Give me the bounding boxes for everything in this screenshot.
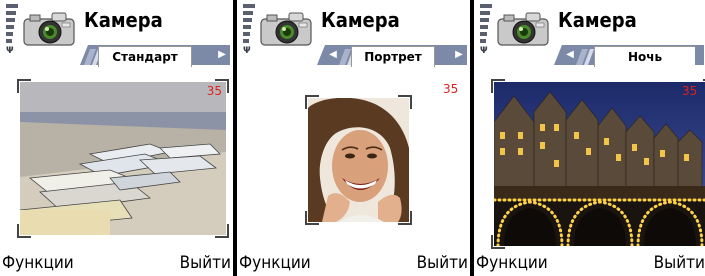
camera-app-icon — [260, 12, 312, 46]
camera-screen-night: Ψ Камера ◀ Ночь 35 Функции Выйти — [474, 0, 705, 276]
tab-strip: ◀ Портрет ▶ — [317, 43, 467, 67]
antenna-icon: Ψ — [243, 46, 251, 56]
viewfinder-image-portrait — [308, 97, 409, 222]
options-softkey[interactable]: Функции — [476, 252, 548, 274]
viewfinder — [305, 95, 412, 225]
camera-screen-standard: Ψ Камера Стандарт ▶ 35 Функции Выйти — [0, 0, 233, 276]
antenna-icon: Ψ — [480, 46, 488, 56]
photo-count: 35 — [443, 82, 459, 96]
options-softkey[interactable]: Функции — [2, 252, 74, 274]
tab-standard[interactable]: Стандарт — [98, 46, 192, 67]
app-title: Камера — [84, 8, 163, 32]
app-title: Камера — [321, 8, 400, 32]
antenna-icon: Ψ — [6, 46, 14, 56]
photo-count: 35 — [206, 84, 222, 98]
camera-app-icon — [497, 12, 549, 46]
app-title: Камера — [558, 8, 637, 32]
tab-night[interactable]: Ночь — [594, 46, 695, 67]
exit-softkey[interactable]: Выйти — [654, 252, 705, 274]
viewfinder: 35 — [17, 79, 229, 238]
tab-left-arrow-icon[interactable]: ◀ — [564, 47, 576, 63]
viewfinder-image-boats — [19, 82, 226, 235]
tab-strip: ◀ Ночь — [554, 43, 704, 67]
exit-softkey[interactable]: Выйти — [417, 252, 468, 274]
tab-portrait[interactable]: Портрет — [351, 46, 435, 67]
tab-left-arrow-icon[interactable]: ◀ — [327, 47, 339, 63]
options-softkey[interactable]: Функции — [239, 252, 311, 274]
camera-screen-portrait: Ψ Камера ◀ Портрет ▶ 35 Функции Выйти — [237, 0, 470, 276]
exit-softkey[interactable]: Выйти — [180, 252, 231, 274]
viewfinder-image-night-canal — [492, 82, 705, 248]
tab-strip: Стандарт ▶ — [80, 43, 230, 67]
viewfinder: 35 — [491, 79, 705, 249]
signal-strength-icon: Ψ — [480, 2, 492, 56]
tab-right-arrow-icon[interactable]: ▶ — [453, 47, 465, 63]
tab-right-arrow-icon[interactable]: ▶ — [216, 47, 228, 63]
camera-app-icon — [23, 12, 75, 46]
photo-count: 35 — [682, 84, 698, 98]
signal-strength-icon: Ψ — [243, 2, 255, 56]
signal-strength-icon: Ψ — [6, 2, 18, 56]
